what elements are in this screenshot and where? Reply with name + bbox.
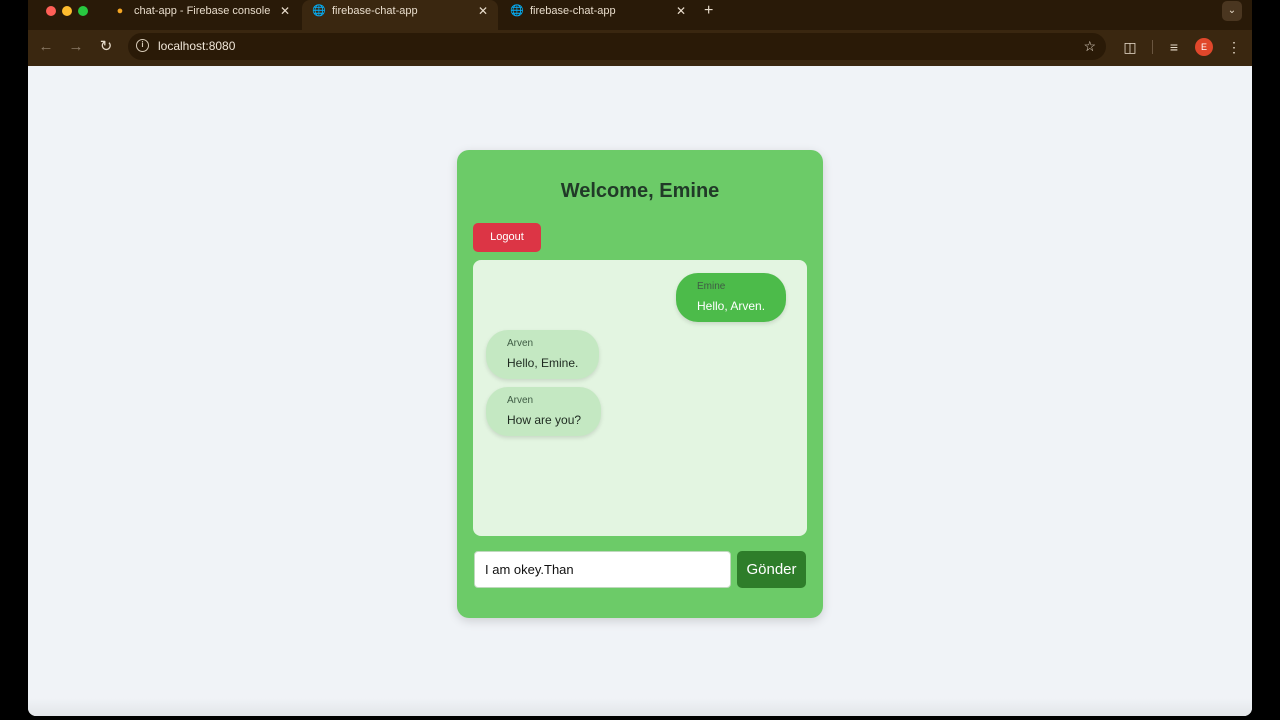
kebab-menu-icon[interactable]: ⋮ (1224, 37, 1244, 57)
browser-window: ● chat-app - Firebase console ✕ 🌐 fireba… (28, 0, 1252, 716)
page-title: Welcome, Emine (560, 180, 720, 202)
globe-icon: 🌐 (312, 5, 326, 17)
tab-firebase-console[interactable]: ● chat-app - Firebase console ✕ (104, 0, 300, 22)
message-text: Hello, Emine. (507, 356, 579, 370)
close-window-button[interactable] (46, 6, 56, 16)
close-icon[interactable]: ✕ (478, 0, 488, 22)
message-sender: Emine (697, 281, 726, 292)
tab-title: firebase-chat-app (332, 5, 418, 17)
star-icon[interactable]: ☆ (1083, 33, 1096, 60)
globe-icon: 🌐 (510, 5, 524, 17)
message-input[interactable] (474, 551, 731, 588)
forward-arrow-icon[interactable]: → (66, 37, 86, 57)
message-bubble-other: Arven Hello, Emine. (486, 330, 599, 379)
chat-card: Welcome, Emine Logout Emine Hello, Arven… (457, 150, 823, 618)
message-sender: Arven (507, 338, 534, 349)
browser-toolbar: ← → ↻ i localhost:8080 ☆ ◫ ≡ E ⋮ (28, 30, 1252, 66)
tab-title: firebase-chat-app (530, 5, 616, 17)
firebase-icon: ● (116, 5, 124, 17)
message-text: Hello, Arven. (697, 299, 766, 313)
logout-button[interactable]: Logout (473, 223, 541, 252)
tab-firebase-chat-app-active[interactable]: 🌐 firebase-chat-app ✕ (302, 0, 498, 30)
send-button[interactable]: Gönder (737, 551, 806, 588)
message-list[interactable]: Emine Hello, Arven. Arven Hello, Emine. … (473, 260, 807, 536)
message-bubble-other: Arven How are you? (486, 387, 601, 436)
close-icon[interactable]: ✕ (676, 0, 686, 22)
window-bottom-edge (28, 698, 1252, 716)
message-text: How are you? (507, 413, 582, 427)
chevron-down-icon[interactable]: ⌄ (1222, 1, 1242, 21)
reload-icon[interactable]: ↻ (96, 37, 116, 57)
minimize-window-button[interactable] (62, 6, 72, 16)
address-bar[interactable]: i localhost:8080 ☆ (128, 33, 1106, 60)
close-icon[interactable]: ✕ (280, 0, 290, 22)
profile-avatar[interactable]: E (1195, 38, 1213, 56)
toolbar-divider (1152, 40, 1153, 54)
url-text[interactable]: localhost:8080 (158, 33, 235, 60)
tab-title: chat-app - Firebase console (134, 5, 271, 17)
message-sender: Arven (507, 395, 534, 406)
message-bubble-mine: Emine Hello, Arven. (676, 273, 786, 322)
page-content: Welcome, Emine Logout Emine Hello, Arven… (28, 66, 1252, 716)
tab-strip: ● chat-app - Firebase console ✕ 🌐 fireba… (28, 0, 1252, 30)
maximize-window-button[interactable] (78, 6, 88, 16)
media-queue-icon[interactable]: ≡ (1164, 37, 1184, 57)
new-tab-plus-icon[interactable]: + (704, 0, 713, 22)
tab-firebase-chat-app[interactable]: 🌐 firebase-chat-app ✕ (500, 0, 696, 22)
extensions-puzzle-icon[interactable]: ◫ (1120, 37, 1140, 57)
back-arrow-icon[interactable]: ← (36, 37, 56, 57)
info-icon[interactable]: i (136, 39, 149, 52)
